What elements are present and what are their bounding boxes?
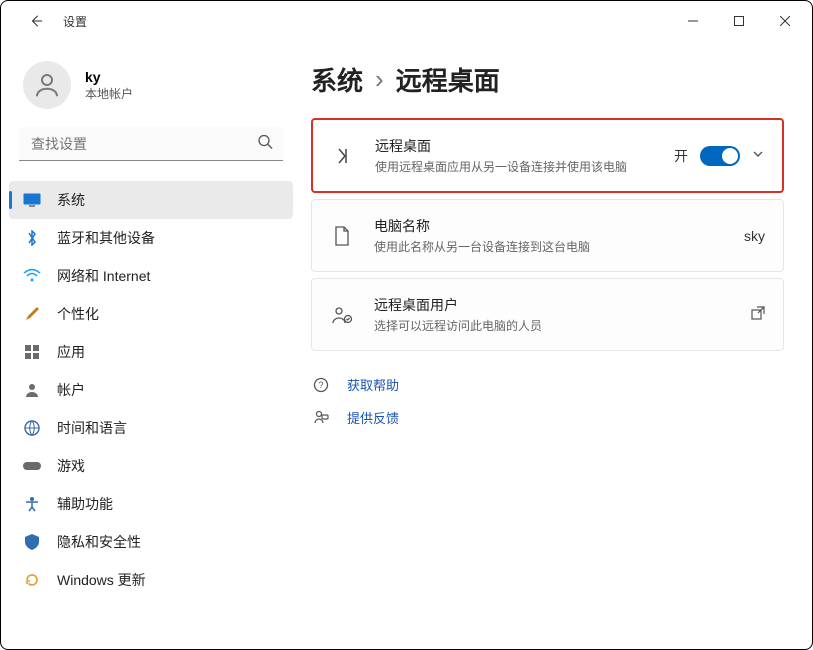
user-subtitle: 本地帐户 [85, 85, 133, 102]
bluetooth-icon [23, 229, 41, 247]
card-remote-desktop[interactable]: 远程桌面 使用远程桌面应用从另一设备连接并使用该电脑 开 [311, 118, 784, 193]
nav-item-system[interactable]: 系统 [9, 181, 293, 219]
globe-icon [23, 419, 41, 437]
nav-item-bluetooth[interactable]: 蓝牙和其他设备 [9, 219, 293, 257]
get-help-link[interactable]: ? 获取帮助 [311, 375, 784, 394]
minimize-button[interactable] [670, 5, 716, 37]
feedback-icon [311, 410, 331, 426]
accessibility-icon [23, 495, 41, 513]
breadcrumb-root[interactable]: 系统 [311, 61, 363, 98]
nav-label: 帐户 [57, 380, 85, 400]
accounts-icon [23, 381, 41, 399]
nav-item-accounts[interactable]: 帐户 [9, 371, 293, 409]
card-pc-name[interactable]: 电脑名称 使用此名称从另一台设备连接到这台电脑 sky [311, 199, 784, 272]
pc-name-value: sky [744, 228, 765, 244]
nav-item-personalization[interactable]: 个性化 [9, 295, 293, 333]
gaming-icon [23, 457, 41, 475]
nav-label: 个性化 [57, 304, 99, 324]
nav-label: 应用 [57, 342, 85, 362]
nav-label: 系统 [57, 190, 85, 210]
help-label: 获取帮助 [347, 375, 399, 394]
nav-item-windows-update[interactable]: Windows 更新 [9, 561, 293, 599]
users-icon [330, 303, 354, 327]
document-icon [330, 224, 354, 248]
maximize-button[interactable] [716, 5, 762, 37]
nav-label: 辅助功能 [57, 494, 113, 514]
nav-item-apps[interactable]: 应用 [9, 333, 293, 371]
back-button[interactable] [21, 6, 51, 36]
close-button[interactable] [762, 5, 808, 37]
shield-icon [23, 533, 41, 551]
nav-item-accessibility[interactable]: 辅助功能 [9, 485, 293, 523]
nav-list: 系统 蓝牙和其他设备 网络和 Internet 个性化 应用 帐户 [1, 181, 301, 599]
breadcrumb-current: 远程桌面 [396, 61, 500, 98]
remote-desktop-icon [331, 144, 355, 168]
nav-label: 网络和 Internet [57, 266, 150, 286]
nav-item-network[interactable]: 网络和 Internet [9, 257, 293, 295]
avatar [23, 61, 71, 109]
card-subtitle: 选择可以远程访问此电脑的人员 [374, 317, 751, 334]
svg-text:?: ? [318, 380, 323, 390]
external-link-icon [751, 306, 765, 323]
remote-desktop-toggle[interactable] [700, 146, 740, 166]
card-title: 远程桌面 [375, 136, 674, 156]
user-block[interactable]: ky 本地帐户 [1, 51, 301, 127]
nav-label: 时间和语言 [57, 418, 127, 438]
system-icon [23, 191, 41, 209]
nav-label: 隐私和安全性 [57, 532, 141, 552]
toggle-status-label: 开 [674, 146, 688, 166]
nav-item-gaming[interactable]: 游戏 [9, 447, 293, 485]
card-title: 电脑名称 [374, 216, 744, 236]
card-title: 远程桌面用户 [374, 295, 751, 315]
search-input[interactable] [19, 127, 283, 161]
feedback-link[interactable]: 提供反馈 [311, 408, 784, 427]
update-icon [23, 571, 41, 589]
card-remote-users[interactable]: 远程桌面用户 选择可以远程访问此电脑的人员 [311, 278, 784, 351]
nav-label: 游戏 [57, 456, 85, 476]
feedback-label: 提供反馈 [347, 408, 399, 427]
breadcrumb-sep: › [375, 64, 384, 95]
window-title: 设置 [63, 13, 87, 30]
nav-label: Windows 更新 [57, 570, 146, 590]
card-subtitle: 使用远程桌面应用从另一设备连接并使用该电脑 [375, 158, 635, 175]
apps-icon [23, 343, 41, 361]
help-icon: ? [311, 377, 331, 393]
nav-item-privacy[interactable]: 隐私和安全性 [9, 523, 293, 561]
breadcrumb: 系统 › 远程桌面 [311, 61, 784, 98]
user-name: ky [85, 69, 133, 85]
nav-item-time-language[interactable]: 时间和语言 [9, 409, 293, 447]
wifi-icon [23, 267, 41, 285]
card-subtitle: 使用此名称从另一台设备连接到这台电脑 [374, 238, 744, 255]
brush-icon [23, 305, 41, 323]
nav-label: 蓝牙和其他设备 [57, 228, 155, 248]
chevron-down-icon[interactable] [752, 148, 764, 163]
